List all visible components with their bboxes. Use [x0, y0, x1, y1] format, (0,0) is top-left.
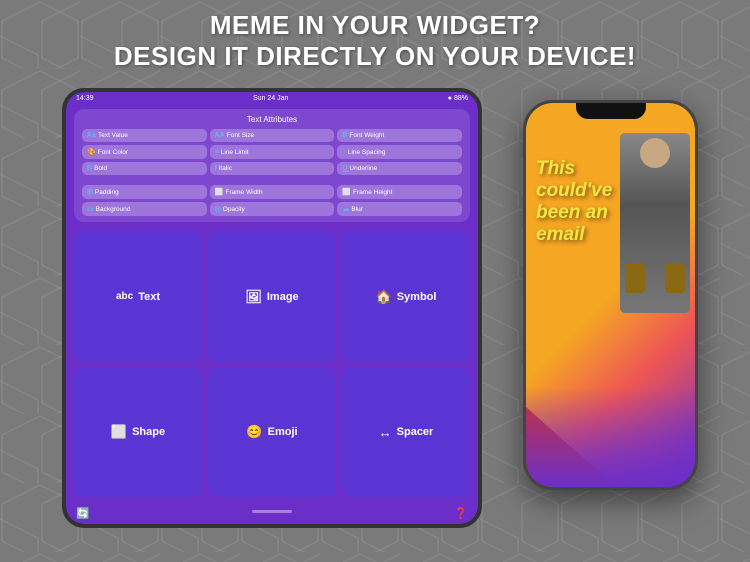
- attr-icon-blur: ☁: [342, 205, 349, 213]
- emoji-icon: 😊: [246, 424, 262, 440]
- attr-icon-background: ▭: [87, 205, 94, 213]
- attr-opacity[interactable]: ◎ Opacity: [210, 202, 335, 216]
- meme-line4: email: [536, 224, 612, 246]
- attr-icon-font-weight: B: [342, 132, 347, 139]
- ipad-bottom-left-icon[interactable]: 🔄: [76, 507, 90, 520]
- attr-padding[interactable]: ⊞ Padding: [82, 185, 207, 199]
- iphone-figure: [620, 133, 690, 313]
- text-icon: abc: [116, 291, 133, 302]
- ipad-time: 14:39: [76, 95, 94, 102]
- symbol-label: Symbol: [397, 291, 437, 303]
- image-button[interactable]: 🖼 Image: [208, 232, 336, 362]
- attr-background[interactable]: ▭ Background: [82, 202, 207, 216]
- meme-line1: This: [536, 158, 612, 180]
- text-attributes-panel: Text Attributes Aa Text Value AA Font Si…: [74, 109, 470, 222]
- attr-icon-padding: ⊞: [87, 188, 93, 196]
- spacer-icon: ↔: [379, 425, 392, 440]
- attr-line-spacing[interactable]: ↕ Line Spacing: [337, 145, 462, 159]
- symbol-button[interactable]: 🏠 Symbol: [342, 232, 470, 362]
- attr-icon-line-spacing: ↕: [342, 149, 346, 156]
- attr-frame-width[interactable]: ⬜ Frame Width: [210, 185, 335, 199]
- attr-font-color[interactable]: 🎨 Font Color: [82, 145, 207, 159]
- attr-blur[interactable]: ☁ Blur: [337, 202, 462, 216]
- home-indicator: [252, 510, 292, 513]
- attr-font-size[interactable]: AA Font Size: [210, 129, 335, 142]
- panel-title: Text Attributes: [82, 115, 462, 124]
- shape-label: Shape: [132, 426, 165, 438]
- attr-font-weight[interactable]: B Font Weight: [337, 129, 462, 142]
- iphone-meme-text: This could've been an email: [536, 158, 612, 245]
- iphone-screen: This could've been an email: [526, 103, 695, 487]
- shape-button[interactable]: ⬜ Shape: [74, 368, 202, 498]
- main-buttons-area: abc Text 🖼 Image 🏠 Symbol ⬜ Shape 😊 Emoj…: [66, 226, 478, 505]
- meme-line2: could've: [536, 180, 612, 202]
- header-title-line2: DESIGN IT DIRECTLY ON YOUR DEVICE!: [0, 41, 750, 72]
- ipad-date: Sun 24 Jan: [253, 95, 288, 102]
- attr-underline[interactable]: U Underline: [337, 162, 462, 175]
- attr-bold[interactable]: B Bold: [82, 162, 207, 175]
- iphone-bottom-gradient: [526, 387, 695, 487]
- ipad-screen: 14:39 Sun 24 Jan ● 88% Text Attributes A…: [66, 92, 478, 524]
- text-label: Text: [138, 291, 160, 303]
- spacer-label: Spacer: [397, 426, 434, 438]
- emoji-label: Emoji: [268, 426, 298, 438]
- ipad-battery: ● 88%: [448, 95, 468, 102]
- figure-body: [620, 133, 690, 313]
- symbol-icon: 🏠: [376, 289, 392, 305]
- header-title-line1: MEME IN YOUR WIDGET?: [0, 10, 750, 41]
- attr-icon-frame-width: ⬜: [215, 188, 224, 196]
- spacer-button[interactable]: ↔ Spacer: [342, 368, 470, 498]
- attr-frame-height[interactable]: ⬜ Frame Height: [337, 185, 462, 199]
- attr-italic[interactable]: I Italic: [210, 162, 335, 175]
- emoji-button[interactable]: 😊 Emoji: [208, 368, 336, 498]
- image-label: Image: [267, 291, 299, 303]
- figure-head: [640, 138, 670, 168]
- ipad-frame: 14:39 Sun 24 Jan ● 88% Text Attributes A…: [62, 88, 482, 528]
- attr-icon-font-color: 🎨: [87, 148, 96, 156]
- text-button[interactable]: abc Text: [74, 232, 202, 362]
- attr-icon-underline: U: [342, 165, 347, 172]
- attr-line-limit[interactable]: ≡ Line Limit: [210, 145, 335, 159]
- image-icon: 🖼: [245, 289, 262, 305]
- attr-icon-italic: I: [215, 165, 217, 172]
- attr-text-value[interactable]: Aa Text Value: [82, 129, 207, 142]
- header-area: MEME IN YOUR WIDGET? DESIGN IT DIRECTLY …: [0, 10, 750, 72]
- ipad-status-bar: 14:39 Sun 24 Jan ● 88%: [66, 92, 478, 105]
- meme-line3: been an: [536, 202, 612, 224]
- attr-icon-bold: B: [87, 165, 92, 172]
- ipad-bottom-right-icon[interactable]: ❓: [454, 507, 468, 520]
- attr-icon-frame-height: ⬜: [342, 188, 351, 196]
- attr-icon-line-limit: ≡: [215, 149, 219, 156]
- attr-icon-opacity: ◎: [215, 205, 221, 213]
- attr-icon-font-size: AA: [215, 132, 225, 139]
- attr-grid: Aa Text Value AA Font Size B Font Weight…: [82, 129, 462, 216]
- iphone-frame: This could've been an email: [523, 100, 698, 490]
- iphone-notch: [576, 103, 646, 119]
- shape-icon: ⬜: [111, 424, 127, 440]
- attr-icon-text-value: Aa: [87, 132, 96, 139]
